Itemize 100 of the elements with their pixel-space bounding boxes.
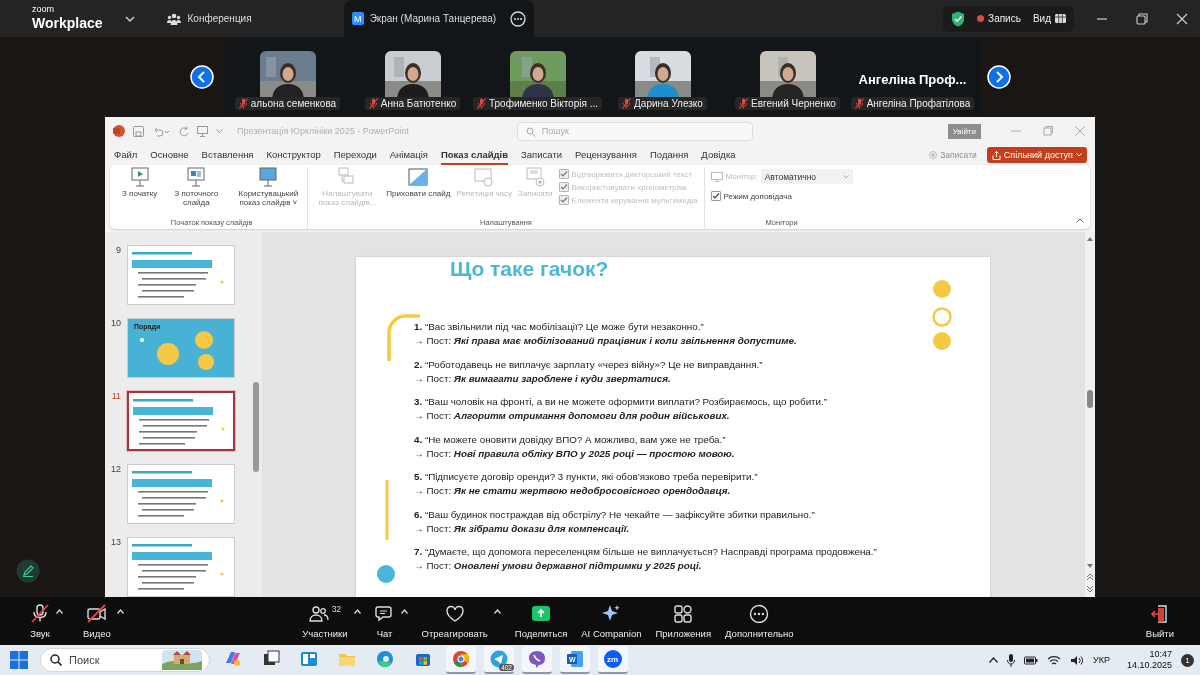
hook-text: 5. “Підписуєте договір оренди? 3 пункти, які обов’язково треба перевірити.” xyxy=(414,470,759,484)
custom-show-icon xyxy=(257,167,280,187)
toolbar-button[interactable]: Отреагировать xyxy=(421,603,488,639)
vertical-line-drawing xyxy=(385,480,389,540)
search-icon xyxy=(50,654,62,666)
caret-icon xyxy=(842,174,849,179)
sparkle-icon xyxy=(601,603,622,623)
language-indicator[interactable]: УКР xyxy=(1093,655,1110,665)
meeting-tab[interactable]: Конференция xyxy=(156,0,262,37)
share-button[interactable]: Спільний доступ xyxy=(986,147,1087,163)
next-slide-icon[interactable] xyxy=(1087,585,1093,593)
chat-icon xyxy=(374,603,395,623)
phone-bubble-icon xyxy=(527,649,547,669)
toolbar-button[interactable]: Приложения xyxy=(655,603,712,639)
arrow-left-icon[interactable] xyxy=(189,65,214,89)
ribbon-tab[interactable]: Довідка xyxy=(701,145,736,165)
document-title: Презентація Юрклініки 2025 - PowerPoint xyxy=(237,126,409,136)
toolbar-button[interactable]: Видео xyxy=(83,603,111,639)
checkbox-label: Режим доповідача xyxy=(723,191,792,201)
chrome-icon xyxy=(451,649,471,669)
undo-icon[interactable] xyxy=(152,125,170,137)
ribbon-button[interactable]: Приховати слайд xyxy=(386,167,451,218)
toolbar-button[interactable]: Поделиться xyxy=(514,603,568,639)
hook-text: 3. “Ваш чоловік на фронті, а ви не можете оформити виплати? Розбираємось, що робити.” xyxy=(414,395,829,409)
monitor-label: Монітор: xyxy=(710,171,758,182)
slide-title: Що таке гачок? xyxy=(450,257,610,281)
post-text: → Пост: Оновлені умови державної підтримки у 2025 році. xyxy=(414,559,703,573)
speaker-icon[interactable] xyxy=(1070,654,1084,666)
logo-text: zoom xyxy=(32,4,55,16)
corner-bracket-drawing xyxy=(386,313,420,361)
slide-number: 10 xyxy=(111,318,121,330)
scrollbar-thumb[interactable] xyxy=(253,382,259,472)
clock-time: 10:47 xyxy=(1149,649,1172,660)
previous-slide-icon[interactable] xyxy=(1087,573,1093,581)
ribbon-tab[interactable]: Файл xyxy=(114,145,138,165)
people-icon xyxy=(166,12,181,25)
grid-icon xyxy=(1055,14,1066,23)
widgets-icon xyxy=(299,649,319,669)
scroll-up-icon[interactable] xyxy=(1087,236,1093,241)
toolbar-button[interactable]: Дополнительно xyxy=(725,603,794,639)
save-icon[interactable] xyxy=(133,125,144,137)
ribbon-button[interactable]: З початку xyxy=(122,167,158,218)
post-text: → Пост: Як не стати жертвою недобросовісного орендодавця. xyxy=(414,484,732,498)
ribbon-button[interactable]: Користувацький показ слайдів ˅ xyxy=(235,167,302,218)
pencil-icon[interactable] xyxy=(16,559,40,583)
share-screen-icon xyxy=(531,603,552,623)
ribbon-tab[interactable]: Переходи xyxy=(333,145,377,165)
toolbar-button[interactable]: Выйти xyxy=(1145,603,1174,639)
collapse-ribbon-icon[interactable] xyxy=(1076,218,1084,223)
meeting-tab[interactable]: M Экран (Марина Танцерева) xyxy=(343,0,534,37)
toolbar-button[interactable]: Звук xyxy=(30,603,50,639)
taskbar-app[interactable]: zm xyxy=(598,646,628,674)
checkbox-label: Елементи керування мультимедіа xyxy=(571,195,698,205)
close-icon[interactable] xyxy=(1176,12,1188,25)
battery-icon[interactable] xyxy=(1024,655,1038,665)
copilot-icon xyxy=(223,649,243,669)
restore-icon[interactable] xyxy=(1136,12,1148,25)
notification-badge[interactable]: 1 xyxy=(1181,653,1194,667)
ribbon-tab[interactable]: Основне xyxy=(150,145,189,165)
post-text: → Пост: Як вимагати зароблене і куди звертатися. xyxy=(414,371,672,386)
scrollbar-thumb[interactable] xyxy=(1087,390,1093,408)
hook-text: 6. “Ваш будинок постраждав від обстрілу? Не чекайте — зафіксуйте збитки правильно.” xyxy=(414,507,816,522)
caret-icon[interactable] xyxy=(216,128,223,134)
caret-up-icon[interactable] xyxy=(989,657,998,663)
apps-icon xyxy=(673,603,694,623)
participant-name: Дарина Улезко xyxy=(634,98,703,109)
search-field[interactable]: Пошук xyxy=(516,121,753,141)
microphone-icon[interactable] xyxy=(1007,653,1015,667)
ribbon-tab[interactable]: Записати xyxy=(521,145,563,165)
ribbon-tab[interactable]: Конструктор xyxy=(266,145,321,165)
view-button[interactable]: Вид xyxy=(1032,13,1066,24)
wifi-icon[interactable] xyxy=(1047,654,1061,666)
post-text: → Пост: Як зібрати докази для компенсації. xyxy=(414,521,631,536)
more-icon xyxy=(749,603,770,623)
zoom-icon xyxy=(603,649,623,669)
arrow-right-icon[interactable] xyxy=(986,65,1011,89)
word-icon xyxy=(565,649,585,669)
ribbon-tab[interactable]: Подання xyxy=(650,145,689,165)
presentation-icon[interactable] xyxy=(197,125,208,137)
ribbon-tab[interactable]: Анімація xyxy=(389,145,428,165)
checkbox[interactable] xyxy=(710,191,721,201)
toolbar-button[interactable]: Чат xyxy=(374,603,395,639)
app-name: Workplace xyxy=(32,15,103,33)
monitor-dropdown[interactable]: Автоматично xyxy=(760,169,853,184)
chevron-down-icon[interactable] xyxy=(124,15,135,22)
powerpoint-logo-icon xyxy=(113,125,125,137)
ribbon-tab[interactable]: Вставлення xyxy=(201,145,254,165)
initial-badge: M xyxy=(351,12,364,25)
caret-icon xyxy=(1076,153,1082,157)
checkbox-label: Використовувати хронометраж xyxy=(571,182,687,192)
record-indicator[interactable]: Запись xyxy=(977,13,1021,24)
ribbon-tab[interactable]: Рецензування xyxy=(575,145,637,165)
heart-icon xyxy=(444,603,465,623)
participant-name: Трофименко Вікторія ... xyxy=(489,98,598,109)
toolbar-button[interactable]: 32 Участники xyxy=(302,603,348,639)
more-icon[interactable] xyxy=(509,10,526,27)
ribbon-button[interactable]: З поточного слайда xyxy=(163,167,230,218)
toolbar-button[interactable]: AI Companion xyxy=(581,603,642,639)
scroll-down-icon[interactable] xyxy=(1087,564,1093,569)
circles-drawing xyxy=(931,280,953,350)
